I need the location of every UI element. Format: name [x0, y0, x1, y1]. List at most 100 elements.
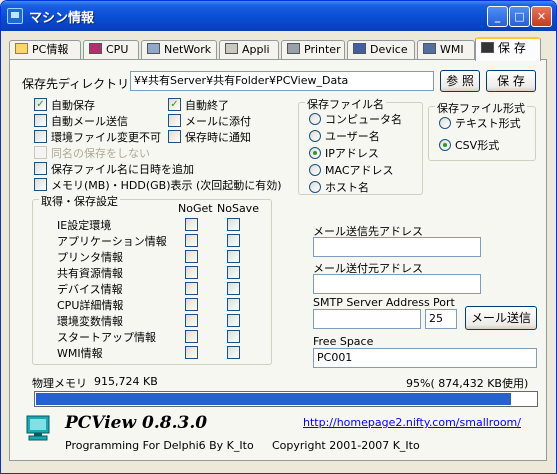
acquire-row-label: CPU詳細情報 [57, 299, 124, 312]
notify-on-save-label: 保存時に通知 [185, 131, 251, 144]
noget-checkbox[interactable] [185, 282, 198, 295]
tab-pc-info[interactable]: PC情報 [9, 40, 81, 60]
tab-label: CPU [106, 43, 129, 56]
radio-user-name[interactable] [309, 130, 321, 142]
auto-mail-checkbox[interactable] [34, 114, 47, 127]
nosave-checkbox[interactable] [227, 250, 240, 263]
title-bar[interactable]: マシン情報 _ □ ✕ [1, 1, 556, 31]
window-title: マシン情報 [29, 11, 95, 26]
radio-label: ホスト名 [325, 181, 369, 194]
memory-label: 物理メモリ [32, 377, 87, 390]
nosave-checkbox[interactable] [227, 298, 240, 311]
no-same-name-label: 同名の保存をしない [51, 147, 150, 160]
memory-display-checkbox[interactable] [34, 178, 47, 191]
attach-mail-label: メールに添付 [185, 115, 251, 128]
attach-mail-checkbox[interactable] [168, 114, 181, 127]
tab-device[interactable]: Device [347, 40, 415, 60]
nosave-checkbox[interactable] [227, 218, 240, 231]
tab-label: PC情報 [32, 43, 69, 56]
auto-exit-checkbox[interactable]: ✓ [168, 98, 181, 111]
maximize-button[interactable]: □ [509, 6, 530, 27]
auto-exit-label: 自動終了 [185, 99, 229, 112]
mail-to-input[interactable] [313, 237, 481, 257]
acquire-settings-group: 取得・保存設定 NoGet NoSave IE設定環境 アプリケーション情報 プリン… [32, 193, 272, 365]
add-datetime-label: 保存ファイル名に日時を追加 [51, 163, 194, 176]
noget-checkbox[interactable] [185, 330, 198, 343]
send-mail-button[interactable]: メール送信 [465, 306, 537, 330]
tab-wmi[interactable]: WMI [417, 40, 475, 60]
tab-label: NetWork [164, 43, 212, 56]
noget-checkbox[interactable] [185, 234, 198, 247]
auto-save-label: 自動保存 [51, 99, 95, 112]
network-icon [147, 43, 160, 54]
nosave-checkbox[interactable] [227, 330, 240, 343]
main-window: マシン情報 _ □ ✕ PC情報 CPU NetWork Appli Print… [0, 0, 557, 474]
tab-save[interactable]: 保 存 [475, 37, 541, 61]
nosave-checkbox[interactable] [227, 314, 240, 327]
notify-on-save-checkbox[interactable] [168, 130, 181, 143]
mail-from-input[interactable] [313, 274, 481, 294]
port-label: Port [433, 296, 455, 309]
save-dir-input[interactable]: ¥¥共有Server¥共有Folder¥PCView_Data [130, 71, 434, 91]
save-panel: 保存先ディレクトリ ¥¥共有Server¥共有Folder¥PCView_Dat… [9, 59, 547, 461]
radio-mac-address[interactable] [309, 164, 321, 176]
memory-usage-text: 95%( 874,432 KB使用) [406, 377, 529, 390]
free-space-input[interactable]: PC001 [313, 348, 537, 368]
close-button[interactable]: ✕ [531, 6, 552, 27]
tab-printer[interactable]: Printer [281, 40, 345, 60]
noget-checkbox[interactable] [185, 346, 198, 359]
tab-label: Device [370, 43, 408, 56]
radio-ip-address[interactable] [309, 147, 321, 159]
radio-csv-format[interactable] [439, 139, 451, 151]
tab-cpu[interactable]: CPU [83, 40, 139, 60]
no-same-name-checkbox [34, 146, 47, 159]
browse-button[interactable]: 参 照 [440, 70, 480, 92]
credit-text: Programming For Delphi6 By K_Ito [65, 439, 254, 452]
minimize-button[interactable]: _ [487, 6, 508, 27]
lock-env-file-label: 環境ファイル変更不可 [51, 131, 161, 144]
homepage-link[interactable]: http://homepage2.nifty.com/smallroom/ [303, 416, 521, 429]
nosave-checkbox[interactable] [227, 346, 240, 359]
tab-network[interactable]: NetWork [141, 40, 217, 60]
format-group-title: 保存ファイル形式 [435, 100, 527, 116]
wmi-icon [423, 43, 436, 54]
cpu-chip-icon [89, 43, 102, 54]
port-input[interactable]: 25 [425, 309, 457, 329]
noget-checkbox[interactable] [185, 250, 198, 263]
printer-icon [287, 43, 300, 54]
memory-progress-bar [34, 391, 538, 407]
nosave-checkbox[interactable] [227, 266, 240, 279]
noget-checkbox[interactable] [185, 298, 198, 311]
acquire-row-label: デバイス情報 [57, 283, 123, 296]
tab-appli[interactable]: Appli [219, 40, 279, 60]
noget-checkbox[interactable] [185, 314, 198, 327]
product-title: PCView 0.8.3.0 [65, 413, 208, 433]
add-datetime-checkbox[interactable] [34, 162, 47, 175]
nosave-header: NoSave [217, 202, 259, 215]
noget-checkbox[interactable] [185, 266, 198, 279]
radio-computer-name[interactable] [309, 113, 321, 125]
memory-display-label: メモリ(MB)・HDD(GB)表示 (次回起動に有効) [51, 179, 282, 192]
nosave-checkbox[interactable] [227, 234, 240, 247]
floppy-disk-icon [481, 42, 494, 53]
chip-icon [225, 43, 238, 54]
noget-checkbox[interactable] [185, 218, 198, 231]
memory-progress-fill [36, 393, 511, 405]
acquire-row-label: 共有資源情報 [57, 267, 123, 280]
acquire-row-label: 環境変数情報 [57, 315, 123, 328]
radio-label: IPアドレス [325, 147, 379, 160]
tab-label: Printer [304, 43, 341, 56]
memory-total: 915,724 KB [94, 375, 158, 388]
format-group: 保存ファイル形式 テキスト形式 CSV形式 [428, 100, 536, 161]
tab-label: Appli [242, 43, 270, 56]
lock-env-file-checkbox[interactable] [34, 130, 47, 143]
nosave-checkbox[interactable] [227, 282, 240, 295]
filename-group: 保存ファイル名 コンピュータ名 ユーザー名 IPアドレス MACアドレス ホスト… [298, 96, 423, 195]
smtp-label: SMTP Server Address [313, 296, 430, 309]
auto-save-checkbox[interactable]: ✓ [34, 98, 47, 111]
save-button[interactable]: 保 存 [486, 70, 536, 92]
acquire-row-label: アプリケーション情報 [57, 235, 167, 248]
radio-text-format[interactable] [439, 117, 451, 129]
smtp-input[interactable] [313, 309, 421, 329]
radio-host-name[interactable] [309, 181, 321, 193]
